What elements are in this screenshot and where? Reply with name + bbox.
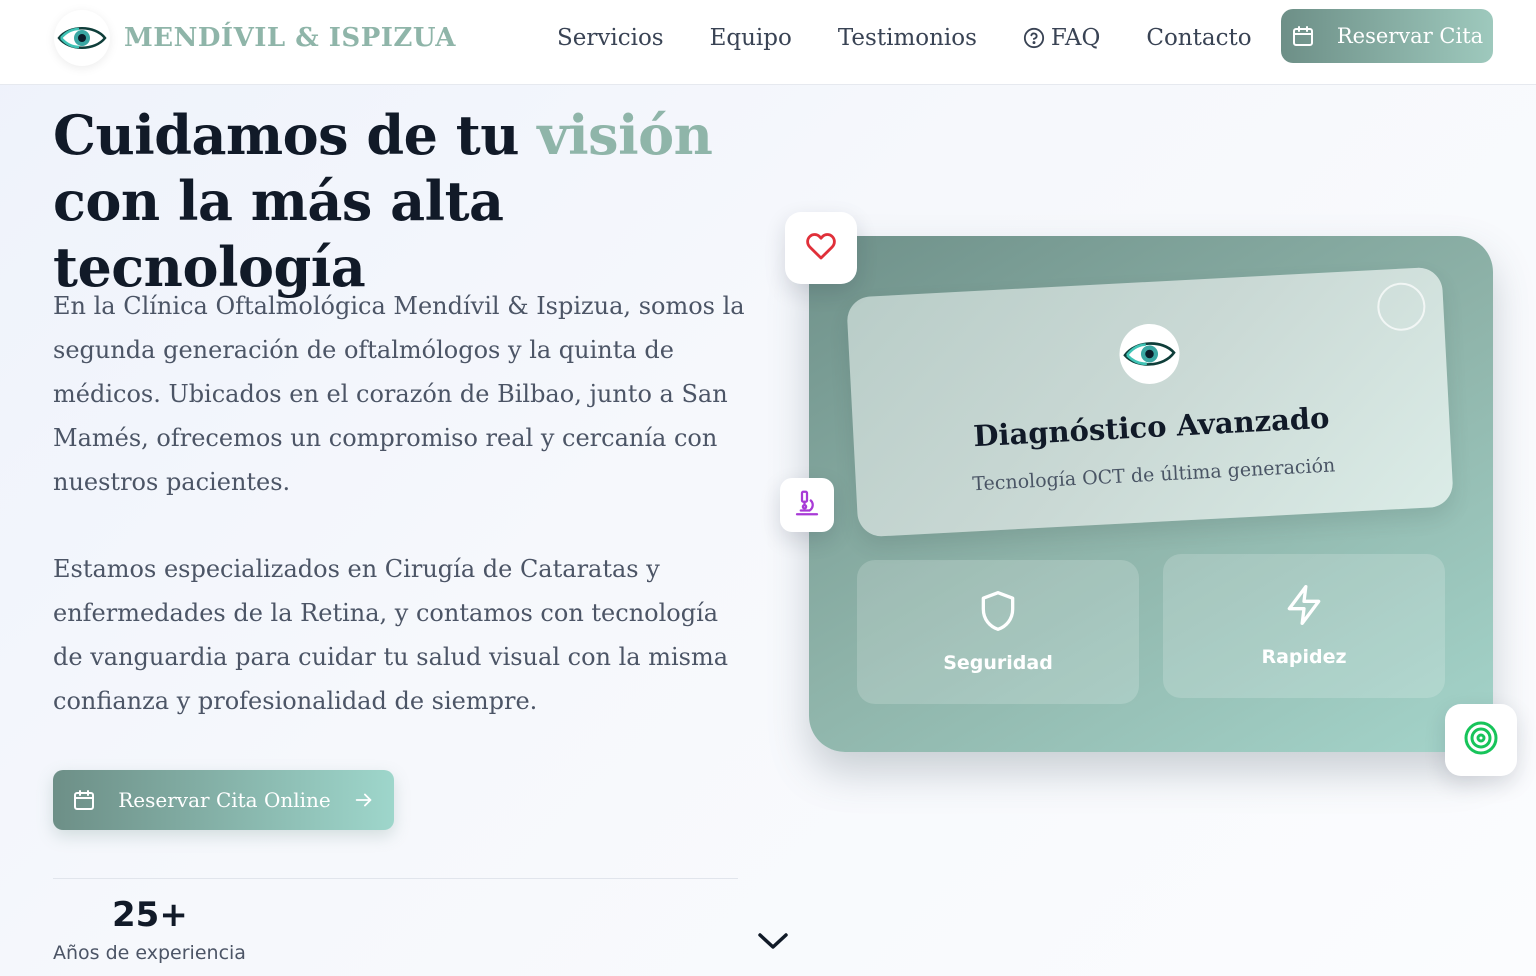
nav-equipo[interactable]: Equipo xyxy=(710,25,792,51)
card-subtitle: Tecnología OCT de última generación xyxy=(971,454,1336,496)
nav-contacto[interactable]: Contacto xyxy=(1146,25,1251,51)
nav-testimonios[interactable]: Testimonios xyxy=(838,25,977,51)
card-title: Diagnóstico Avanzado xyxy=(972,400,1331,454)
nav-faq[interactable]: FAQ xyxy=(1023,25,1100,51)
nav-faq-label: FAQ xyxy=(1050,25,1101,51)
zap-icon xyxy=(1282,582,1326,628)
book-online-button[interactable]: Reservar Cita Online xyxy=(53,770,394,830)
heart-badge xyxy=(785,212,857,284)
book-appointment-label: Reservar Cita xyxy=(1336,24,1484,48)
help-circle-icon xyxy=(1023,27,1045,49)
calendar-icon xyxy=(72,788,96,812)
eye-icon xyxy=(1117,322,1182,386)
nav-servicios[interactable]: Servicios xyxy=(557,25,664,51)
chevron-down-icon[interactable] xyxy=(756,928,790,958)
shield-icon xyxy=(976,588,1020,634)
decorative-ring xyxy=(1376,281,1427,332)
stat-years-value: 25+ xyxy=(112,895,188,935)
hero-paragraph-specialties: Estamos especializados en Cirugía de Cat… xyxy=(53,555,729,715)
site-header: MENDÍVIL & ISPIZUA Servicios Equipo Test… xyxy=(0,0,1536,85)
main-nav: Servicios Equipo Testimonios FAQ Contact… xyxy=(557,0,1298,76)
target-icon xyxy=(1463,720,1499,760)
calendar-icon xyxy=(1291,24,1315,48)
microscope-icon xyxy=(792,488,822,522)
eye-icon xyxy=(54,10,110,66)
arrow-right-icon xyxy=(353,789,375,811)
hero-title: Cuidamos de tu visión con la más alta te… xyxy=(53,102,773,300)
feature-seguridad: Seguridad xyxy=(857,560,1139,704)
microscope-badge xyxy=(780,478,834,532)
target-badge xyxy=(1445,704,1517,776)
feature-rapidez: Rapidez xyxy=(1163,554,1445,698)
hero-title-start: Cuidamos de tu xyxy=(53,103,538,167)
diagnostics-inner-card: Diagnóstico Avanzado Tecnología OCT de ú… xyxy=(846,266,1454,538)
book-appointment-button[interactable]: Reservar Cita xyxy=(1281,9,1493,63)
brand-name: MENDÍVIL & ISPIZUA xyxy=(124,23,456,53)
stats-divider xyxy=(53,878,738,879)
heart-icon xyxy=(803,229,839,267)
feature-rapidez-label: Rapidez xyxy=(1261,646,1347,668)
stat-years-label: Años de experiencia xyxy=(53,942,246,964)
book-online-label: Reservar Cita Online xyxy=(118,788,331,812)
feature-seguridad-label: Seguridad xyxy=(943,652,1053,674)
hero-paragraph-intro: En la Clínica Oftalmológica Mendívil & I… xyxy=(53,292,745,496)
hero-title-end: con la más alta tecnología xyxy=(53,169,504,299)
hero-title-accent: visión xyxy=(537,103,713,167)
brand-logo[interactable]: MENDÍVIL & ISPIZUA xyxy=(54,10,456,66)
